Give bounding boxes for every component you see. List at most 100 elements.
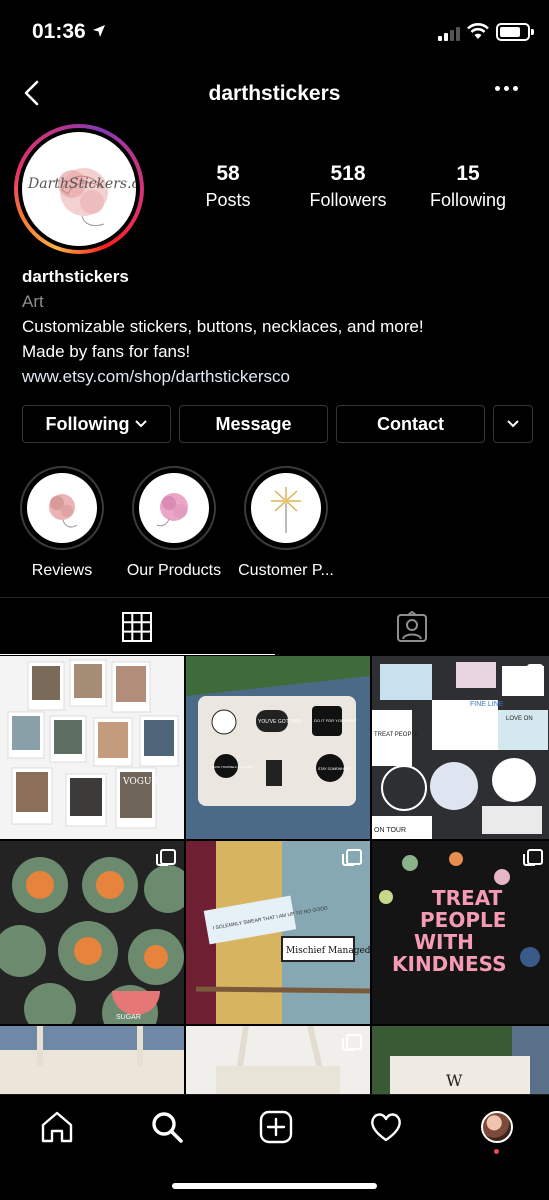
- polaroid-collage-image: VOGUE: [7, 659, 179, 829]
- tshirt-text-line: PEOPLE: [420, 908, 506, 932]
- stat-label: Posts: [205, 190, 251, 210]
- chevron-down-icon: [507, 420, 519, 428]
- buttons-pins-image: SUGAR: [0, 841, 184, 1024]
- post-grid: VOGUE YOU'VE GOT THIS DO IT FOR YOURSELF…: [0, 656, 549, 1094]
- stat-label: Following: [429, 190, 507, 210]
- status-bar: 01:36: [0, 0, 549, 64]
- post-thumbnail[interactable]: FINE LINE TREAT PEOPLE ON TOUR LOVE ON: [372, 656, 549, 839]
- tote-bag-image: [186, 1026, 370, 1094]
- wand-stickers-image: I SOLEMNLY SWEAR THAT I AM UP TO NO GOOD…: [186, 841, 370, 1024]
- sticker-pile-image: FINE LINE TREAT PEOPLE ON TOUR LOVE ON: [372, 656, 549, 839]
- profile-tabs: [0, 597, 549, 655]
- rose-icon: [49, 494, 78, 528]
- status-time: 01:36: [32, 20, 86, 43]
- tshirt-text-line: WITH: [414, 930, 474, 954]
- following-button[interactable]: Following: [22, 405, 171, 443]
- stat-following[interactable]: 15 Following: [413, 162, 523, 211]
- bio-link[interactable]: www.etsy.com/shop/darthstickersco: [22, 364, 532, 389]
- home-indicator: [172, 1183, 377, 1189]
- post-thumbnail[interactable]: [186, 1026, 370, 1094]
- sticker-text: HAVE YOURSELF A PRIORITY: [212, 765, 254, 769]
- profile-stats: 58 Posts 518 Followers 15 Following: [168, 162, 528, 211]
- post-thumbnail[interactable]: [0, 1026, 184, 1094]
- profile-actions: Following Message Contact: [22, 405, 533, 443]
- tshirt-text-line: KINDNESS: [392, 952, 507, 976]
- nav-profile[interactable]: [477, 1107, 517, 1154]
- post-thumbnail[interactable]: W: [372, 1026, 549, 1094]
- heart-icon: [371, 1113, 401, 1142]
- highlight-label: Reviews: [31, 562, 93, 579]
- nav-search[interactable]: [147, 1107, 187, 1147]
- stat-value: 58: [216, 162, 240, 185]
- page-title: darthstickers: [208, 82, 341, 105]
- suggested-accounts-button[interactable]: [493, 405, 533, 443]
- profile-header: darthstickers: [0, 64, 549, 124]
- multiple-photos-icon: [523, 664, 543, 681]
- wifi-icon: [467, 23, 489, 39]
- tab-tagged[interactable]: [275, 598, 549, 655]
- sticker-text: FINE LINE: [470, 701, 504, 708]
- multiple-photos-icon: [342, 1034, 362, 1051]
- more-options-icon[interactable]: [495, 86, 518, 91]
- chevron-down-icon: [135, 420, 148, 428]
- sticker-text: DO IT FOR YOURSELF: [314, 718, 357, 723]
- post-thumbnail[interactable]: YOU'VE GOT THIS DO IT FOR YOURSELF HAVE …: [186, 656, 370, 839]
- highlight-our-products[interactable]: Our Products: [127, 466, 221, 580]
- profile-bio: darthstickers Art Customizable stickers,…: [22, 264, 532, 389]
- highlight-reviews[interactable]: Reviews: [18, 466, 106, 580]
- sticker-text: LOVE ON: [506, 716, 533, 722]
- message-button[interactable]: Message: [179, 405, 328, 443]
- sticker-text: ON TOUR: [374, 827, 406, 834]
- avatar-brand-text: DarthStickers.co: [28, 176, 136, 192]
- bio-name: darthstickers: [22, 267, 129, 286]
- rose-icon: [156, 493, 188, 527]
- bio-category: Art: [22, 292, 44, 311]
- stat-followers[interactable]: 518 Followers: [293, 162, 403, 211]
- bio-text-line: Made by fans for fans!: [22, 342, 191, 361]
- post-thumbnail[interactable]: I SOLEMNLY SWEAR THAT I AM UP TO NO GOOD…: [186, 841, 370, 1024]
- multiple-photos-icon: [523, 849, 543, 866]
- sticker-text: YOU'VE GOT THIS: [258, 719, 302, 725]
- sticker-text: TREAT PEOPLE: [374, 732, 419, 738]
- vogue-text: VOGUE: [122, 777, 158, 787]
- laptop-stickers-image: YOU'VE GOT THIS DO IT FOR YOURSELF HAVE …: [186, 656, 370, 839]
- cellular-signal-icon: [438, 25, 460, 41]
- location-arrow-icon: [93, 25, 105, 37]
- battery-icon: [496, 23, 534, 41]
- profile-avatar-icon: [481, 1111, 513, 1143]
- tab-grid[interactable]: [0, 598, 275, 655]
- nav-activity[interactable]: [366, 1107, 406, 1147]
- grid-icon: [122, 611, 153, 642]
- highlight-label: Customer P...: [238, 562, 334, 579]
- tote-text: W: [446, 1071, 463, 1090]
- nav-new-post[interactable]: [256, 1107, 296, 1147]
- nav-home[interactable]: [37, 1107, 77, 1147]
- post-thumbnail[interactable]: SUGAR: [0, 841, 184, 1024]
- tote-bag-image: [0, 1026, 184, 1094]
- stat-value: 15: [456, 162, 480, 185]
- tshirt-kindness-image: TREAT PEOPLE WITH KINDNESS: [372, 841, 549, 1024]
- avatar[interactable]: DarthStickers.co: [14, 124, 144, 254]
- daisy-icon: [271, 487, 301, 533]
- following-label: Following: [45, 413, 130, 434]
- highlight-customer-photos[interactable]: Customer P...: [238, 466, 334, 580]
- sticker-text: STAY SOMEWHERE: [318, 767, 352, 771]
- multiple-photos-icon: [156, 849, 176, 866]
- contact-button[interactable]: Contact: [336, 405, 485, 443]
- tshirt-text-line: TREAT: [432, 886, 503, 910]
- tote-bag-image: W: [372, 1026, 549, 1094]
- add-post-icon: [259, 1110, 293, 1144]
- search-icon: [152, 1112, 183, 1143]
- home-icon: [41, 1111, 73, 1143]
- story-highlights: Reviews Our Products Customer P...: [18, 466, 334, 580]
- notification-dot: [494, 1149, 499, 1154]
- multiple-photos-icon: [342, 849, 362, 866]
- post-thumbnail[interactable]: VOGUE: [0, 656, 184, 839]
- stat-posts[interactable]: 58 Posts: [173, 162, 283, 211]
- bio-text-line: Customizable stickers, buttons, necklace…: [22, 317, 424, 336]
- post-thumbnail[interactable]: TREAT PEOPLE WITH KINDNESS: [372, 841, 549, 1024]
- button-text: SUGAR: [116, 1014, 141, 1021]
- highlight-label: Our Products: [126, 562, 222, 579]
- stat-label: Followers: [309, 190, 387, 210]
- sticker-text: Mischief Managed: [286, 946, 370, 956]
